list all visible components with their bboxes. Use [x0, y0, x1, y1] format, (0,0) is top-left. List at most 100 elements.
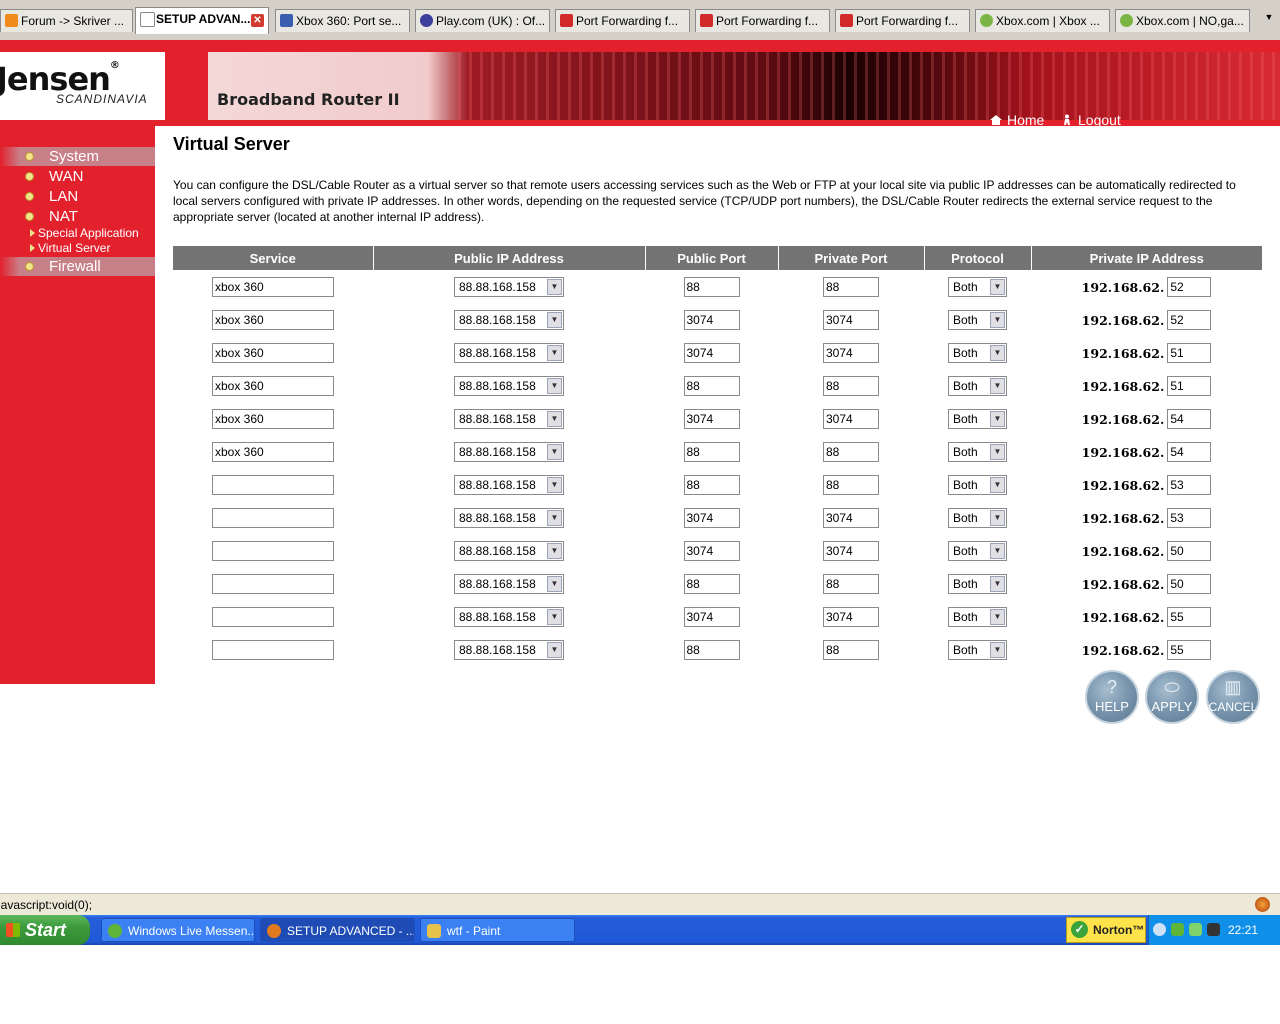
public-ip-select[interactable]: 88.88.168.158 ▼ [454, 408, 564, 429]
browser-tab[interactable]: Xbox.com | NO,ga... [1115, 9, 1250, 32]
private-ip-last-octet-input[interactable] [1167, 606, 1212, 627]
protocol-select[interactable]: Both ▼ [948, 375, 1007, 396]
public-port-input[interactable] [683, 474, 740, 495]
service-name-input[interactable] [212, 408, 334, 429]
browser-tab[interactable]: Xbox.com | Xbox ... [975, 9, 1110, 32]
public-ip-select[interactable]: 88.88.168.158 ▼ [454, 276, 564, 297]
private-port-input[interactable] [823, 441, 879, 462]
private-ip-last-octet-input[interactable] [1167, 408, 1212, 429]
taskbar-item-paint[interactable]: wtf - Paint [420, 918, 575, 942]
protocol-select[interactable]: Both ▼ [948, 573, 1007, 594]
service-name-input[interactable] [212, 276, 334, 297]
nav-subitem-special-application[interactable]: Special Application [30, 226, 139, 240]
back-arrow-icon[interactable] [1153, 923, 1166, 936]
nav-item-wan[interactable]: WAN [0, 167, 155, 186]
private-port-input[interactable] [823, 309, 879, 330]
public-ip-select[interactable]: 88.88.168.158 ▼ [454, 375, 564, 396]
public-port-input[interactable] [683, 573, 740, 594]
service-name-input[interactable] [212, 540, 334, 561]
protocol-select[interactable]: Both ▼ [948, 474, 1007, 495]
public-port-input[interactable] [683, 276, 740, 297]
browser-tab[interactable]: Port Forwarding f... [695, 9, 830, 32]
protocol-select[interactable]: Both ▼ [948, 606, 1007, 627]
nav-item-lan[interactable]: LAN [0, 187, 155, 206]
protocol-select[interactable]: Both ▼ [948, 276, 1007, 297]
service-name-input[interactable] [212, 606, 334, 627]
protocol-select[interactable]: Both ▼ [948, 342, 1007, 363]
close-tab-icon[interactable]: ✕ [251, 14, 264, 27]
public-port-input[interactable] [683, 639, 740, 660]
public-port-input[interactable] [683, 507, 740, 528]
private-port-input[interactable] [823, 639, 879, 660]
public-port-input[interactable] [683, 309, 740, 330]
nav-item-nat[interactable]: NAT [0, 207, 155, 226]
private-port-input[interactable] [823, 540, 879, 561]
nav-subitem-virtual-server[interactable]: Virtual Server [30, 241, 110, 255]
public-port-input[interactable] [683, 441, 740, 462]
private-ip-last-octet-input[interactable] [1167, 474, 1212, 495]
nav-item-firewall[interactable]: Firewall [0, 257, 155, 276]
service-name-input[interactable] [212, 639, 334, 660]
browser-tab[interactable]: Port Forwarding f... [555, 9, 690, 32]
service-name-input[interactable] [212, 474, 334, 495]
home-link[interactable]: Home [989, 112, 1044, 128]
norton-tray-button[interactable]: ✓ Norton™ [1066, 917, 1146, 943]
private-port-input[interactable] [823, 375, 879, 396]
private-ip-last-octet-input[interactable] [1167, 639, 1212, 660]
apply-button[interactable]: ⬭ APPLY [1145, 670, 1199, 724]
tab-list-dropdown-icon[interactable]: ▼ [1262, 12, 1276, 30]
service-name-input[interactable] [212, 573, 334, 594]
service-name-input[interactable] [212, 441, 334, 462]
private-port-input[interactable] [823, 342, 879, 363]
private-port-input[interactable] [823, 606, 879, 627]
private-port-input[interactable] [823, 573, 879, 594]
private-ip-last-octet-input[interactable] [1167, 573, 1212, 594]
private-port-input[interactable] [823, 408, 879, 429]
public-ip-select[interactable]: 88.88.168.158 ▼ [454, 342, 564, 363]
service-name-input[interactable] [212, 507, 334, 528]
private-ip-last-octet-input[interactable] [1167, 309, 1212, 330]
protocol-select[interactable]: Both ▼ [948, 639, 1007, 660]
private-ip-last-octet-input[interactable] [1167, 276, 1212, 297]
service-name-input[interactable] [212, 309, 334, 330]
public-ip-select[interactable]: 88.88.168.158 ▼ [454, 309, 564, 330]
protocol-select[interactable]: Both ▼ [948, 408, 1007, 429]
private-port-input[interactable] [823, 507, 879, 528]
private-ip-last-octet-input[interactable] [1167, 540, 1212, 561]
public-ip-select[interactable]: 88.88.168.158 ▼ [454, 474, 564, 495]
private-ip-last-octet-input[interactable] [1167, 507, 1212, 528]
protocol-select[interactable]: Both ▼ [948, 507, 1007, 528]
private-ip-last-octet-input[interactable] [1167, 342, 1212, 363]
nav-item-system[interactable]: System [0, 147, 155, 166]
public-ip-select[interactable]: 88.88.168.158 ▼ [454, 507, 564, 528]
service-name-input[interactable] [212, 342, 334, 363]
protocol-select[interactable]: Both ▼ [948, 309, 1007, 330]
public-port-input[interactable] [683, 342, 740, 363]
start-button[interactable]: Start [0, 915, 90, 945]
private-port-input[interactable] [823, 276, 879, 297]
browser-tab-active[interactable]: SETUP ADVAN... ✕ [135, 7, 269, 34]
device-tray-icon[interactable] [1207, 923, 1220, 936]
public-ip-select[interactable]: 88.88.168.158 ▼ [454, 441, 564, 462]
shield-tray-icon[interactable] [1189, 923, 1202, 936]
private-ip-last-octet-input[interactable] [1167, 441, 1212, 462]
messenger-tray-icon[interactable] [1171, 923, 1184, 936]
logout-link[interactable]: Logout [1060, 112, 1121, 128]
browser-tab[interactable]: Play.com (UK) : Of... [415, 9, 550, 32]
public-port-input[interactable] [683, 540, 740, 561]
help-button[interactable]: ? HELP [1085, 670, 1139, 724]
taskbar-item-browser[interactable]: SETUP ADVANCED - ... [260, 918, 415, 942]
protocol-select[interactable]: Both ▼ [948, 441, 1007, 462]
public-ip-select[interactable]: 88.88.168.158 ▼ [454, 639, 564, 660]
protocol-select[interactable]: Both ▼ [948, 540, 1007, 561]
service-name-input[interactable] [212, 375, 334, 396]
browser-tab[interactable]: Xbox 360: Port se... [275, 9, 410, 32]
cancel-button[interactable]: ▥ CANCEL [1206, 670, 1260, 724]
public-port-input[interactable] [683, 408, 740, 429]
public-ip-select[interactable]: 88.88.168.158 ▼ [454, 573, 564, 594]
private-port-input[interactable] [823, 474, 879, 495]
public-port-input[interactable] [683, 606, 740, 627]
private-ip-last-octet-input[interactable] [1167, 375, 1212, 396]
public-ip-select[interactable]: 88.88.168.158 ▼ [454, 606, 564, 627]
browser-tab[interactable]: Port Forwarding f... [835, 9, 970, 32]
